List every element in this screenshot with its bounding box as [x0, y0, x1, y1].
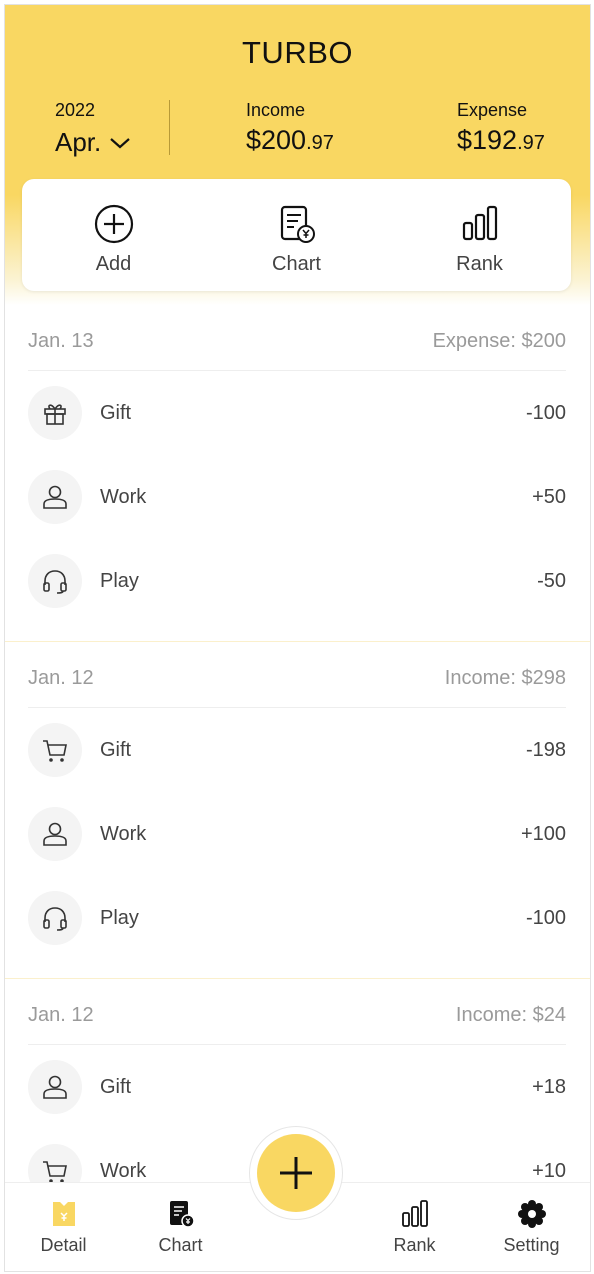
headphones-icon [43, 907, 67, 931]
plus-icon [280, 1157, 312, 1189]
add-fab-ring [249, 1126, 343, 1220]
gift-icon [44, 404, 66, 425]
chart-action-label: Chart [272, 253, 321, 275]
month-selector[interactable]: Apr. [55, 127, 131, 158]
list-item[interactable]: Play -100 [28, 876, 566, 960]
settings-icon [517, 1200, 546, 1228]
item-amount: -100 [525, 401, 566, 424]
list-item[interactable]: Gift -198 [28, 708, 566, 792]
list-item[interactable]: Work +50 [28, 455, 566, 539]
list-item[interactable]: Play -50 [28, 539, 566, 623]
day-group: Jan. 12 Income: $298 Gift -198 Work +100 [5, 642, 590, 978]
item-name: Gift [100, 401, 132, 424]
cart-icon [43, 740, 67, 762]
bar-chart-icon [462, 205, 497, 241]
category-icon-wrap [28, 891, 82, 945]
cart-icon [43, 1161, 67, 1183]
user-icon [43, 1075, 67, 1099]
transaction-list: Jan. 13 Expense: $200 Gift -100 Work +50 [5, 305, 590, 1213]
day-date: Jan. 12 [28, 1004, 94, 1026]
tab-rank-label: Rank [393, 1235, 436, 1255]
expense-value: $192.97 [457, 125, 545, 156]
expense-whole: $192 [457, 125, 518, 155]
item-amount: +50 [532, 485, 566, 508]
tab-rank[interactable]: Rank [356, 1183, 473, 1271]
day-header: Jan. 13 Expense: $200 [28, 305, 566, 371]
category-icon-wrap [28, 554, 82, 608]
month-label: Apr. [55, 127, 102, 157]
category-icon-wrap [28, 807, 82, 861]
tab-detail-label: Detail [40, 1235, 87, 1255]
day-date: Jan. 13 [28, 330, 94, 352]
detail-icon [52, 1202, 75, 1226]
expense-label: Expense [457, 100, 528, 120]
item-name: Gift [100, 1075, 132, 1098]
add-action-button[interactable]: Add [22, 179, 205, 291]
item-name: Play [100, 569, 139, 592]
add-action-label: Add [95, 253, 132, 275]
item-amount: +10 [532, 1159, 566, 1182]
year-label: 2022 [55, 100, 96, 120]
day-header: Jan. 12 Income: $24 [28, 979, 566, 1045]
bar-chart-icon [401, 1200, 428, 1227]
item-amount: -198 [525, 738, 566, 761]
chart-action-button[interactable]: Chart [205, 179, 388, 291]
income-whole: $200 [246, 125, 307, 155]
tab-chart[interactable]: Chart [122, 1183, 239, 1271]
day-date: Jan. 12 [28, 667, 94, 689]
day-summary: Expense: $200 [432, 330, 566, 352]
category-icon-wrap [28, 386, 82, 440]
chart-doc-icon [280, 205, 315, 243]
tab-setting-label: Setting [503, 1235, 560, 1255]
app-frame: TURBO 2022 Apr. Income $200.97 Expense $… [4, 4, 591, 1272]
rank-action-button[interactable]: Rank [388, 179, 571, 291]
expense-cents: .97 [517, 132, 545, 154]
tab-chart-label: Chart [158, 1235, 203, 1255]
quick-actions-card: Add Chart Rank [22, 179, 571, 291]
item-amount: -100 [525, 906, 566, 929]
income-label: Income [246, 100, 306, 120]
tab-setting[interactable]: Setting [473, 1183, 590, 1271]
item-name: Play [100, 906, 139, 929]
item-amount: -50 [537, 569, 566, 592]
category-icon-wrap [28, 1060, 82, 1114]
list-item[interactable]: Gift +18 [28, 1045, 566, 1129]
day-header: Jan. 12 Income: $298 [28, 642, 566, 708]
list-item[interactable]: Work +100 [28, 792, 566, 876]
income-cents: .97 [306, 132, 334, 154]
day-summary: Income: $298 [444, 667, 566, 689]
header-divider [169, 100, 170, 155]
app-title: TURBO [242, 35, 353, 70]
headphones-icon [43, 570, 67, 594]
item-amount: +18 [532, 1075, 566, 1098]
item-name: Work [100, 485, 147, 508]
list-item[interactable]: Gift -100 [28, 371, 566, 455]
day-group: Jan. 13 Expense: $200 Gift -100 Work +50 [5, 305, 590, 641]
chevron-down-icon [110, 137, 130, 148]
day-summary: Income: $24 [455, 1004, 566, 1026]
chart-doc-icon [169, 1201, 195, 1228]
category-icon-wrap [28, 470, 82, 524]
item-name: Work [100, 822, 147, 845]
plus-circle-icon [94, 204, 133, 244]
rank-action-label: Rank [456, 253, 503, 275]
user-icon [43, 822, 67, 846]
item-name: Gift [100, 738, 132, 761]
income-value: $200.97 [246, 125, 334, 156]
category-icon-wrap [28, 723, 82, 777]
item-amount: +100 [520, 822, 566, 845]
tab-detail[interactable]: Detail [5, 1183, 122, 1271]
user-icon [43, 485, 67, 509]
add-fab-button[interactable] [257, 1134, 335, 1212]
